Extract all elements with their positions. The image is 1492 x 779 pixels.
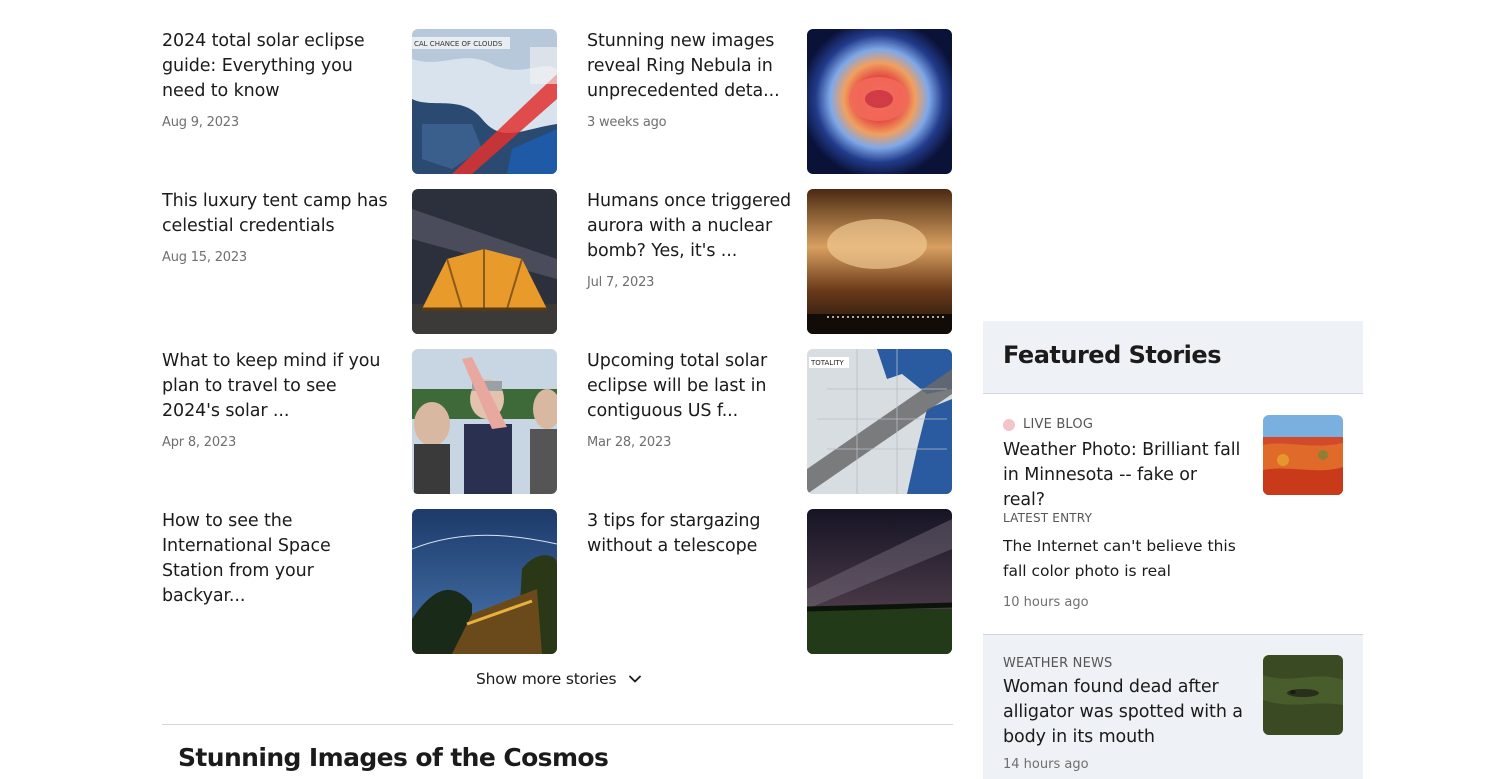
story-thumbnail-iss-night-sky[interactable] [412, 509, 557, 654]
story-headline[interactable]: This luxury tent camp has celestial cred… [162, 189, 394, 239]
story-headline[interactable]: Stunning new images reveal Ring Nebula i… [587, 29, 819, 104]
live-blog-time: 10 hours ago [1003, 595, 1089, 610]
live-blog-label: LIVE BLOG [1023, 417, 1094, 432]
weather-news-time: 14 hours ago [1003, 757, 1089, 772]
featured-stories-title: Featured Stories [1003, 341, 1221, 369]
story-headline[interactable]: How to see the International Space Stati… [162, 509, 394, 609]
story-card[interactable]: Humans once triggered aurora with a nucl… [587, 189, 978, 334]
story-date: Apr 8, 2023 [162, 435, 237, 450]
latest-entry-text[interactable]: The Internet can't believe this fall col… [1003, 534, 1243, 584]
story-card[interactable]: What to keep mind if you plan to travel … [162, 349, 557, 494]
story-headline[interactable]: Upcoming total solar eclipse will be las… [587, 349, 819, 424]
map-label-totality: TOTALITY [810, 359, 845, 367]
featured-weather-news-item[interactable]: WEATHER NEWS Woman found dead after alli… [983, 634, 1363, 779]
story-card[interactable]: This luxury tent camp has celestial cred… [162, 189, 557, 334]
featured-stories-panel: Featured Stories LIVE BLOG Weather Photo… [983, 321, 1363, 779]
story-date: Mar 28, 2023 [587, 435, 672, 450]
story-date: Jul 7, 2023 [587, 275, 655, 290]
weather-news-title[interactable]: Woman found dead after alligator was spo… [1003, 675, 1243, 750]
story-headline[interactable]: Humans once triggered aurora with a nucl… [587, 189, 819, 264]
live-blog-kicker: LIVE BLOG [1003, 417, 1093, 432]
story-date: Aug 9, 2023 [162, 115, 239, 130]
show-more-stories-button[interactable]: Show more stories [476, 667, 642, 691]
story-thumbnail-eclipse-cloud-map[interactable]: CAL CHANCE OF CLOUDS [412, 29, 557, 174]
story-card[interactable]: 3 tips for stargazing without a telescop… [587, 509, 978, 654]
story-headline[interactable]: What to keep mind if you plan to travel … [162, 349, 394, 424]
story-thumbnail-eclipse-viewers[interactable] [412, 349, 557, 494]
weather-news-kicker: WEATHER NEWS [1003, 656, 1113, 671]
latest-entry-label: LATEST ENTRY [1003, 511, 1093, 525]
section-divider [162, 724, 953, 725]
story-card[interactable]: Stunning new images reveal Ring Nebula i… [587, 29, 978, 174]
story-card[interactable]: Upcoming total solar eclipse will be las… [587, 349, 978, 494]
story-card[interactable]: 2024 total solar eclipse guide: Everythi… [162, 29, 557, 174]
story-thumbnail-ring-nebula[interactable] [807, 29, 952, 174]
chevron-down-icon [629, 675, 642, 683]
story-headline[interactable]: 3 tips for stargazing without a telescop… [587, 509, 819, 559]
story-thumbnail-tent-camp[interactable] [412, 189, 557, 334]
story-headline[interactable]: 2024 total solar eclipse guide: Everythi… [162, 29, 394, 104]
story-card[interactable]: How to see the International Space Stati… [162, 509, 557, 654]
story-thumbnail-milky-way-field[interactable] [807, 509, 952, 654]
show-more-label: Show more stories [476, 670, 617, 688]
story-thumbnail-totality-map[interactable]: TOTALITY [807, 349, 952, 494]
map-label-clouds: CAL CHANCE OF CLOUDS [414, 40, 503, 48]
live-blog-title[interactable]: Weather Photo: Brilliant fall in Minneso… [1003, 438, 1243, 513]
story-date: Aug 15, 2023 [162, 250, 248, 265]
section-title: Stunning Images of the Cosmos [178, 743, 609, 772]
featured-live-blog-item[interactable]: LIVE BLOG Weather Photo: Brilliant fall … [983, 395, 1363, 634]
featured-thumbnail-alligator[interactable] [1263, 655, 1343, 735]
featured-thumbnail-fall-color[interactable] [1263, 415, 1343, 495]
featured-stories-header: Featured Stories [983, 321, 1363, 394]
live-dot-icon [1003, 418, 1015, 431]
story-date: 3 weeks ago [587, 115, 667, 130]
story-thumbnail-nuclear-aurora[interactable] [807, 189, 952, 334]
